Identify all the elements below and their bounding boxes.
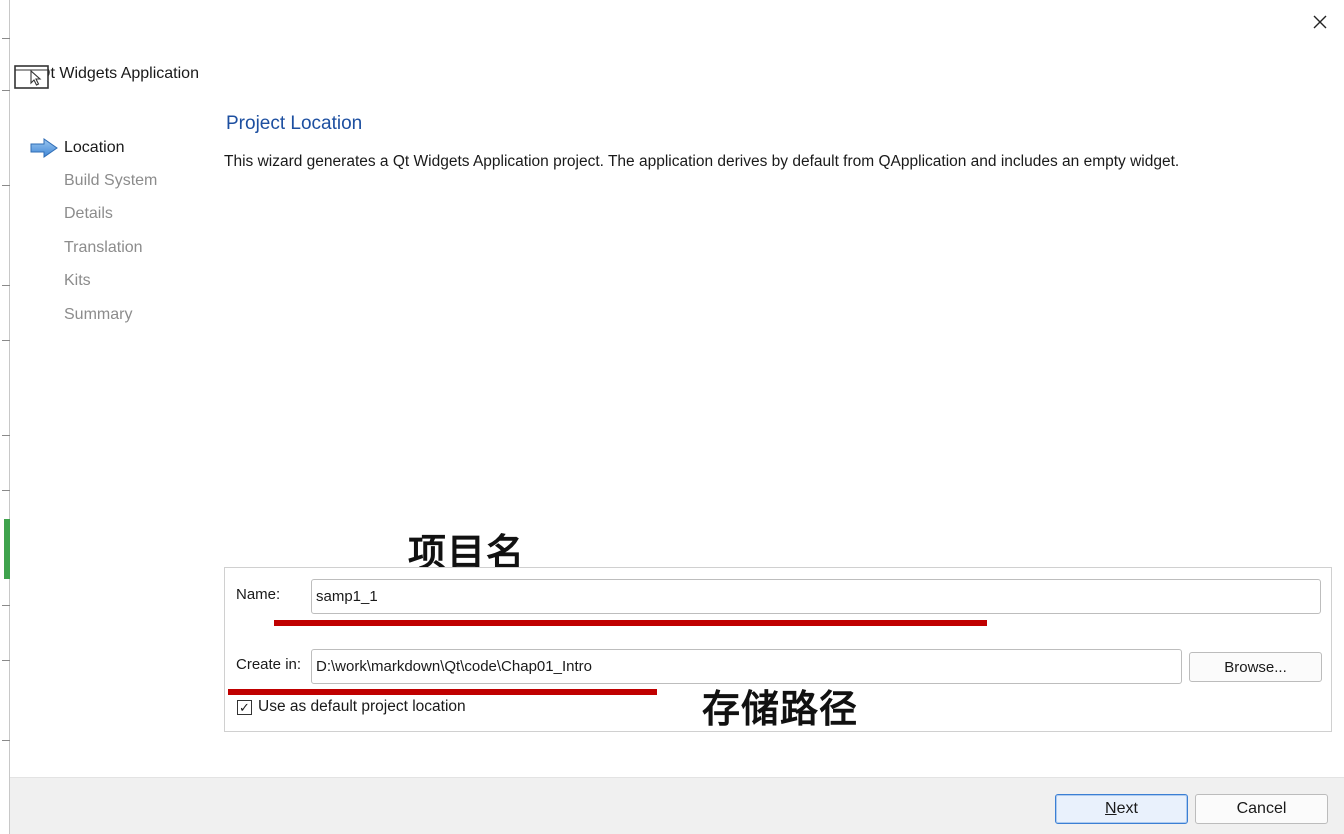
edge-tick xyxy=(2,435,10,436)
edge-tick xyxy=(2,660,10,661)
next-mnemonic: N xyxy=(1105,800,1117,817)
edge-tick xyxy=(2,38,10,39)
app-title: Qt Widgets Application xyxy=(38,65,199,82)
cancel-button[interactable]: Cancel xyxy=(1195,794,1328,824)
step-label: Location xyxy=(64,138,125,156)
page-description: This wizard generates a Qt Widgets Appli… xyxy=(224,153,1180,170)
edge-tick xyxy=(2,185,10,186)
edge-tick xyxy=(2,740,10,741)
edge-tick xyxy=(2,605,10,606)
edge-tick xyxy=(2,285,10,286)
default-location-checkbox-row[interactable]: ✓ Use as default project location xyxy=(237,698,466,716)
background-window-edge xyxy=(0,0,10,834)
close-button[interactable] xyxy=(1306,8,1334,36)
step-kits: Kits xyxy=(30,265,230,298)
edge-tick xyxy=(2,90,10,91)
step-location: Location xyxy=(30,131,230,164)
current-step-arrow-icon xyxy=(30,137,58,158)
edge-tick xyxy=(2,490,10,491)
step-details: Details xyxy=(30,198,230,231)
wizard-dialog: Qt Widgets Application Location Build Sy… xyxy=(10,0,1344,834)
default-location-label: Use as default project location xyxy=(258,698,466,715)
step-label: Kits xyxy=(64,272,91,290)
step-translation: Translation xyxy=(30,231,230,264)
next-label-rest: ext xyxy=(1116,800,1138,817)
wizard-header: Qt Widgets Application xyxy=(14,58,199,90)
step-label: Build System xyxy=(64,172,158,190)
browse-button[interactable]: Browse... xyxy=(1189,652,1322,682)
path-underline-annotation xyxy=(228,689,657,695)
page-title: Project Location xyxy=(226,113,363,134)
storage-path-annotation: 存储路径 xyxy=(702,687,859,731)
step-build-system: Build System xyxy=(30,164,230,197)
default-location-checkbox[interactable]: ✓ xyxy=(237,699,252,715)
step-label: Summary xyxy=(64,305,133,323)
step-label: Details xyxy=(64,205,113,223)
step-label: Translation xyxy=(64,238,143,256)
wizard-steps: Location Build System Details Translatio… xyxy=(30,131,230,331)
name-input[interactable]: samp1_1 xyxy=(311,579,1321,614)
edge-tick xyxy=(2,340,10,341)
name-label: Name: xyxy=(236,586,281,603)
next-button[interactable]: Next xyxy=(1055,794,1188,824)
wizard-footer: Next Cancel xyxy=(10,777,1344,834)
create-in-label: Create in: xyxy=(236,656,302,673)
step-summary: Summary xyxy=(30,298,230,331)
close-icon xyxy=(1313,15,1327,29)
name-underline-annotation xyxy=(274,620,987,626)
qt-widgets-app-icon xyxy=(14,60,49,89)
